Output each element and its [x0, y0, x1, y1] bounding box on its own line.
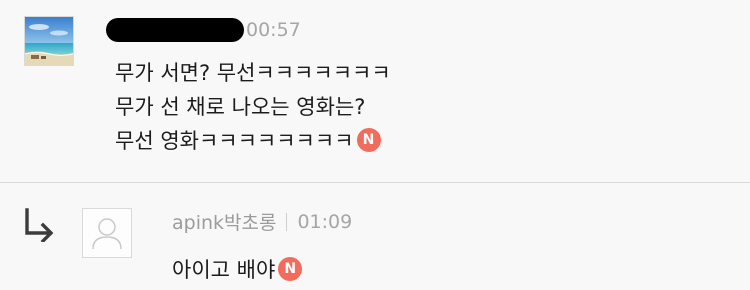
comment-line: 무가 선 채로 나오는 영화는?: [115, 95, 366, 119]
reply-author-name[interactable]: apink박초롱: [172, 208, 276, 235]
comment-body: 무가 서면? 무선ㅋㅋㅋㅋㅋㅋㅋ 무가 선 채로 나오는 영화는? 무선 영화ㅋ…: [115, 56, 391, 158]
reply-time: 01:09: [297, 210, 353, 233]
comment-line-text: 무선 영화ㅋㅋㅋㅋㅋㅋㅋㅋ: [115, 129, 354, 153]
comment-meta: 00:57: [106, 18, 301, 42]
user-avatar[interactable]: [24, 16, 74, 66]
new-badge: N: [356, 128, 381, 152]
meta-separator: [286, 212, 288, 231]
reply-arrow-icon: [25, 208, 54, 242]
beach-photo-icon: [25, 17, 73, 65]
reply-text: 아이고 배야: [172, 258, 276, 282]
comment-line: 무선 영화ㅋㅋㅋㅋㅋㅋㅋㅋ N: [115, 124, 391, 158]
comment-time: 00:57: [246, 19, 301, 41]
reply-body: 아이고 배야 N: [172, 253, 303, 287]
comment-list: 00:57 무가 서면? 무선ㅋㅋㅋㅋㅋㅋㅋ 무가 선 채로 나오는 영화는? …: [0, 0, 750, 290]
comment-line: 무가 서면? 무선ㅋㅋㅋㅋㅋㅋㅋ: [115, 61, 391, 85]
new-badge: N: [278, 257, 303, 281]
reply-meta: apink박초롱 01:09: [172, 208, 352, 235]
redacted-author-name: [106, 18, 244, 42]
comment-item: 00:57 무가 서면? 무선ㅋㅋㅋㅋㅋㅋㅋ 무가 선 채로 나오는 영화는? …: [0, 0, 750, 182]
user-avatar[interactable]: [82, 208, 132, 258]
divider: [0, 182, 750, 183]
default-user-icon: [92, 218, 122, 250]
